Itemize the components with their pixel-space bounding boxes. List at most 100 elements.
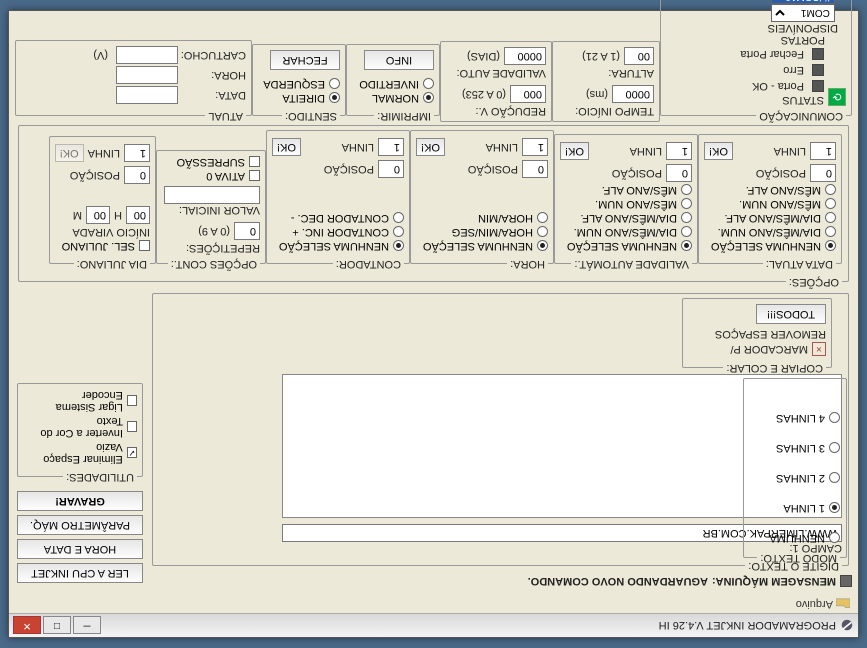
da-r2[interactable]: DIA/MÊS/ANO ALF. (704, 212, 836, 224)
co-pos-input[interactable] (378, 160, 404, 178)
minimize-button[interactable]: ─ (73, 617, 101, 635)
modo-4linhas[interactable]: 4 LINHAS (750, 412, 840, 424)
tempo-fieldset: TEMPO INÍCIO: (ms) ALTURA: (1 A 21) (552, 41, 660, 122)
co-ok-button[interactable]: OK! (272, 138, 301, 156)
gravar-button[interactable]: GRAVAR! (17, 491, 143, 511)
utilidades-legend: UTILIDADES: (63, 471, 137, 483)
atual-fieldset: ATUAL DATA: HORA: CARTUCHO:(V) (15, 40, 252, 122)
dia-juliano-fieldset: DIA JULIANO: SEL. JULIANO INÍCIO VIRADA … (49, 136, 156, 270)
dj-pos-input[interactable] (124, 166, 150, 184)
dj-ok-button[interactable]: OK! (55, 144, 84, 162)
imp-invertido[interactable]: INVERTIDO (352, 78, 434, 90)
altura-label: ALTURA: (558, 67, 654, 79)
marker-x-icon: × (812, 342, 826, 356)
virada-h-input[interactable] (126, 206, 150, 224)
erro-led (812, 64, 824, 76)
valor-inicial-input[interactable] (164, 186, 260, 204)
titlebar[interactable]: PROGRAMADOR INKJET V.4.26 IH ─ □ ✕ (9, 613, 858, 637)
info-button[interactable]: INFO (364, 50, 434, 70)
menu-arquivo[interactable]: Arquivo (796, 598, 833, 610)
modo-3linhas[interactable]: 3 LINHAS (750, 442, 840, 454)
sel-juliano-check[interactable]: SEL. JULIANO (55, 240, 150, 252)
msg-label: MENSAGEM MÁQUINA: (712, 575, 836, 587)
dj-lin-input[interactable] (124, 144, 150, 162)
va-lin-input[interactable] (666, 142, 692, 160)
tempo-input[interactable] (612, 85, 654, 103)
validade-legend: VALIDADE AUTOMÁT.: (571, 258, 692, 270)
va-r2[interactable]: DIA/MÊS/ANO ALF. (560, 212, 692, 224)
da-r1[interactable]: DIA/MÊS/ANO NUM. (704, 226, 836, 238)
campo1-label: CAMPO 1: (159, 542, 842, 554)
repeticoes-label: REPETIÇÕES: (186, 242, 260, 254)
altura-input[interactable] (624, 47, 654, 65)
va-r0[interactable]: NENHUMA SELEÇÃO (560, 240, 692, 252)
sen-esquerda[interactable]: ESQUERDA (258, 78, 340, 90)
msg-status: AGUARDANDO NOVO COMANDO. (528, 575, 708, 587)
menubar: Arquivo (9, 595, 858, 613)
refresh-icon[interactable]: ⟳ (828, 88, 846, 106)
da-r3[interactable]: MÊS/ANO NUM. (704, 198, 836, 210)
atual-legend: ATUAL (205, 110, 246, 122)
reducao-input[interactable] (510, 85, 546, 103)
da-ok-button[interactable]: OK! (704, 142, 733, 160)
ativa0-check[interactable]: ATIVA 0 (162, 170, 260, 182)
file-icon (836, 598, 850, 610)
valor-inicial-label: VALOR INICIAL: (162, 204, 260, 216)
sentido-fieldset: SENTIDO: DIREITA ESQUERDA FECHAR (252, 44, 346, 122)
va-r3[interactable]: MÊS/ANO NUM. (560, 198, 692, 210)
opcoes-cont-fieldset: OPÇÕES CONT.: REPETIÇÕES: (0 A 9) VALOR … (156, 150, 266, 270)
da-pos-input[interactable] (810, 164, 836, 182)
va-r1[interactable]: DIA/MÊS/ANO NUM. (560, 226, 692, 238)
imp-normal[interactable]: NORMAL (352, 92, 434, 104)
fechar-porta-led (812, 48, 824, 60)
modo-1linha[interactable]: 1 LINHA (750, 502, 840, 514)
ligar-check[interactable]: Ligar Sistema Encoder (23, 389, 137, 413)
supressao-check[interactable]: SUPRESSÃO (162, 156, 260, 168)
co-r1[interactable]: CONTADOR INC. + (272, 226, 404, 238)
va-r4[interactable]: MÊS/ANO ALF. (560, 184, 692, 196)
virada-m-input[interactable] (86, 206, 110, 224)
copiar-fieldset: COPIAR E COLAR: × MARCADOR P/ REMOVER ES… (682, 298, 832, 374)
fechar-button[interactable]: FECHAR (270, 50, 340, 70)
close-button[interactable]: ✕ (13, 617, 41, 635)
parametro-button[interactable]: PARÂMETRO MÁQ. (17, 515, 143, 535)
ho-pos-input[interactable] (522, 160, 548, 178)
modo-nenhuma[interactable]: NENHUMA (750, 532, 840, 544)
co-lin-input[interactable] (378, 138, 404, 156)
ho-r1[interactable]: HORA/MIN/SEG (416, 226, 548, 238)
todos-button[interactable]: TODOS!!! (756, 304, 826, 324)
porta-combo[interactable]: COM1 (771, 4, 835, 22)
porta-listbox[interactable]: //./COM10 (771, 0, 835, 4)
modo-texto-fieldset: MODO TEXTO: NENHUMA 1 LINHA 2 LINHAS 3 L… (743, 378, 847, 564)
ho-r2[interactable]: HORA/MIN (416, 212, 548, 224)
repeticoes-input[interactable] (234, 222, 260, 240)
list-item[interactable]: //./COM10 (772, 0, 834, 3)
portas-label: PORTAS (781, 34, 825, 46)
hora-label: HORA: (182, 69, 246, 81)
modo-2linhas[interactable]: 2 LINHAS (750, 472, 840, 484)
va-ok-button[interactable]: OK! (560, 142, 589, 160)
va-pos-input[interactable] (666, 164, 692, 182)
contador-legend: CONTADOR: (333, 258, 404, 270)
hora-input[interactable] (116, 66, 178, 84)
co-r2[interactable]: CONTADOR DEC. - (272, 212, 404, 224)
ho-ok-button[interactable]: OK! (416, 138, 445, 156)
sen-direita[interactable]: DIREITA (258, 92, 340, 104)
validade-auto-input[interactable] (504, 47, 546, 65)
da-r4[interactable]: MÊS/ANO ALF. (704, 184, 836, 196)
ho-r0[interactable]: NENHUMA SELEÇÃO (416, 240, 548, 252)
data-atual-fieldset: DATA ATUAL: NENHUMA SELEÇÃO DIA/MÊS/ANO … (698, 134, 842, 270)
eliminar-check[interactable]: Eliminar Espaço Vazio (23, 441, 137, 465)
inverter-check[interactable]: Inverter a Cor do Texto (23, 415, 137, 439)
sentido-legend: SENTIDO: (282, 110, 340, 122)
data-input[interactable] (116, 86, 178, 104)
maximize-button[interactable]: □ (43, 617, 71, 635)
ler-cpu-button[interactable]: LER A CPU INKJET (17, 563, 143, 583)
hora-data-button[interactable]: HORA E DATA (17, 539, 143, 559)
dia-juliano-legend: DIA JULIANO: (74, 258, 150, 270)
cartucho-input[interactable] (116, 46, 178, 64)
co-r0[interactable]: NENHUMA SELEÇÃO (272, 240, 404, 252)
ho-lin-input[interactable] (522, 138, 548, 156)
da-r0[interactable]: NENHUMA SELEÇÃO (704, 240, 836, 252)
da-lin-input[interactable] (810, 142, 836, 160)
